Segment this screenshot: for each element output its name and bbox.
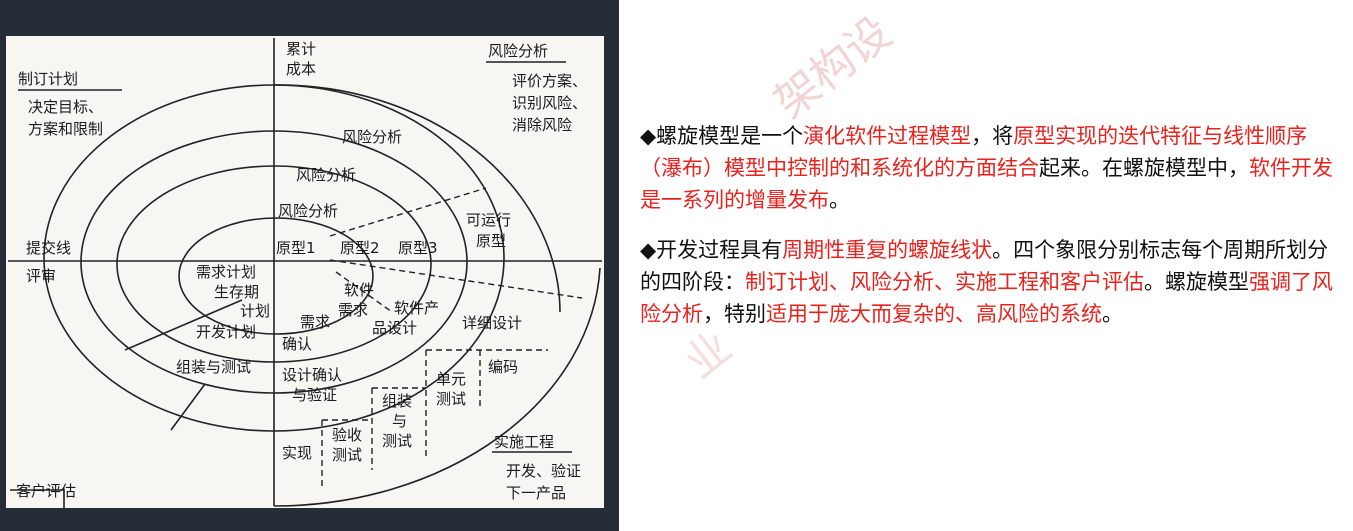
assembly-test-line2: 与 xyxy=(392,412,407,430)
quadrant-risk-item-1: 评价方案、 xyxy=(512,72,587,90)
operational-prototype-line2: 原型 xyxy=(476,232,506,250)
integration-test-label: 组装与测试 xyxy=(176,358,251,376)
requirements-plan-line3: 计划 xyxy=(240,302,270,320)
quadrant-customer-title: 客户评估 xyxy=(16,482,76,500)
requirements-confirm-line2: 确认 xyxy=(282,335,312,353)
axis-top-line1: 累计 xyxy=(286,40,316,58)
p2-seg-0: ◆开发过程具有 xyxy=(640,238,783,262)
implementation-label: 实现 xyxy=(282,444,312,462)
quadrant-plan-title: 制订计划 xyxy=(18,70,78,88)
p2-seg-1: 周期性重复的螺旋线状 xyxy=(782,238,993,262)
quadrant-engineering-item-1: 开发、验证 xyxy=(506,462,581,480)
prototype-2: 原型2 xyxy=(340,239,380,257)
p2-seg-3: 制订计划、风险分析、实施工程和客户评估 xyxy=(745,270,1144,294)
quadrant-risk-title: 风险分析 xyxy=(488,42,548,60)
p1-seg-6: 。 xyxy=(829,188,850,212)
operational-prototype-line1: 可运行 xyxy=(466,211,511,229)
description-paragraph-1: ◆螺旋模型是一个演化软件过程模型，将原型实现的迭代特征与线性顺序（瀑布）模型中控… xyxy=(640,120,1340,216)
requirements-confirm-line1: 需求 xyxy=(300,313,330,331)
design-verify-line2: 与验证 xyxy=(292,386,337,404)
assembly-test-line1: 组装 xyxy=(382,392,412,410)
coding-label: 编码 xyxy=(488,358,518,376)
software-requirements-line2: 需求 xyxy=(338,301,368,319)
p2-seg-6: ，特别 xyxy=(703,302,766,326)
risk-analysis-inner: 风险分析 xyxy=(278,202,338,220)
assembly-test-line3: 测试 xyxy=(382,432,412,450)
review-label: 评审 xyxy=(26,267,56,285)
software-product-design-line2: 品设计 xyxy=(372,319,417,337)
p2-seg-7: 适用于庞大而复杂的、高风险的系统 xyxy=(766,302,1102,326)
unit-test-line1: 单元 xyxy=(436,370,466,388)
p2-seg-8: 。 xyxy=(1102,302,1123,326)
acceptance-test-line2: 测试 xyxy=(332,446,362,464)
software-requirements-line1: 软件 xyxy=(344,281,374,299)
risk-analysis-middle: 风险分析 xyxy=(296,166,356,184)
p2-seg-4: 。螺旋模型 xyxy=(1144,270,1249,294)
requirements-plan-line1: 需求计划 xyxy=(196,263,256,281)
p1-seg-0: ◆螺旋模型是一个 xyxy=(640,124,804,148)
spiral-model-diagram: 累计 成本 制订计划 决定目标、 方案和限制 风险分析 评价方案、 识别风险、 … xyxy=(6,36,604,508)
requirements-plan-line2: 生存期 xyxy=(214,283,259,301)
dev-plan-label: 开发计划 xyxy=(196,323,256,341)
quadrant-engineering-item-2: 下一产品 xyxy=(506,484,566,502)
description-paragraph-2: ◆开发过程具有周期性重复的螺旋线状。四个象限分别标志每个周期所划分的四阶段：制订… xyxy=(640,234,1340,330)
prototype-1: 原型1 xyxy=(276,239,316,257)
prototype-3: 原型3 xyxy=(398,239,438,257)
p1-seg-1: 演化软件过程模型 xyxy=(803,124,972,148)
quadrant-engineering-title: 实施工程 xyxy=(494,433,554,451)
watermark-text-top: 架构设 xyxy=(765,7,900,128)
description-text-panel: ◆螺旋模型是一个演化软件过程模型，将原型实现的迭代特征与线性顺序（瀑布）模型中控… xyxy=(640,120,1340,348)
p1-seg-4: 起来。在螺旋模型中， xyxy=(1039,156,1249,180)
acceptance-test-line1: 验收 xyxy=(332,426,362,444)
quadrant-risk-item-3: 消除风险 xyxy=(512,116,572,134)
detailed-design-label: 详细设计 xyxy=(462,314,522,332)
quadrant-plan-item-1: 决定目标、 xyxy=(28,98,103,116)
risk-analysis-outer: 风险分析 xyxy=(342,128,402,146)
design-verify-line1: 设计确认 xyxy=(282,366,342,384)
submit-line-label: 提交线 xyxy=(26,239,71,257)
quadrant-plan-item-2: 方案和限制 xyxy=(28,120,103,138)
axis-top-line2: 成本 xyxy=(286,60,316,78)
p1-seg-2: ，将 xyxy=(971,124,1014,148)
quadrant-risk-item-2: 识别风险、 xyxy=(512,94,587,112)
software-product-design-line1: 软件产 xyxy=(394,299,439,317)
unit-test-line2: 测试 xyxy=(436,390,466,408)
